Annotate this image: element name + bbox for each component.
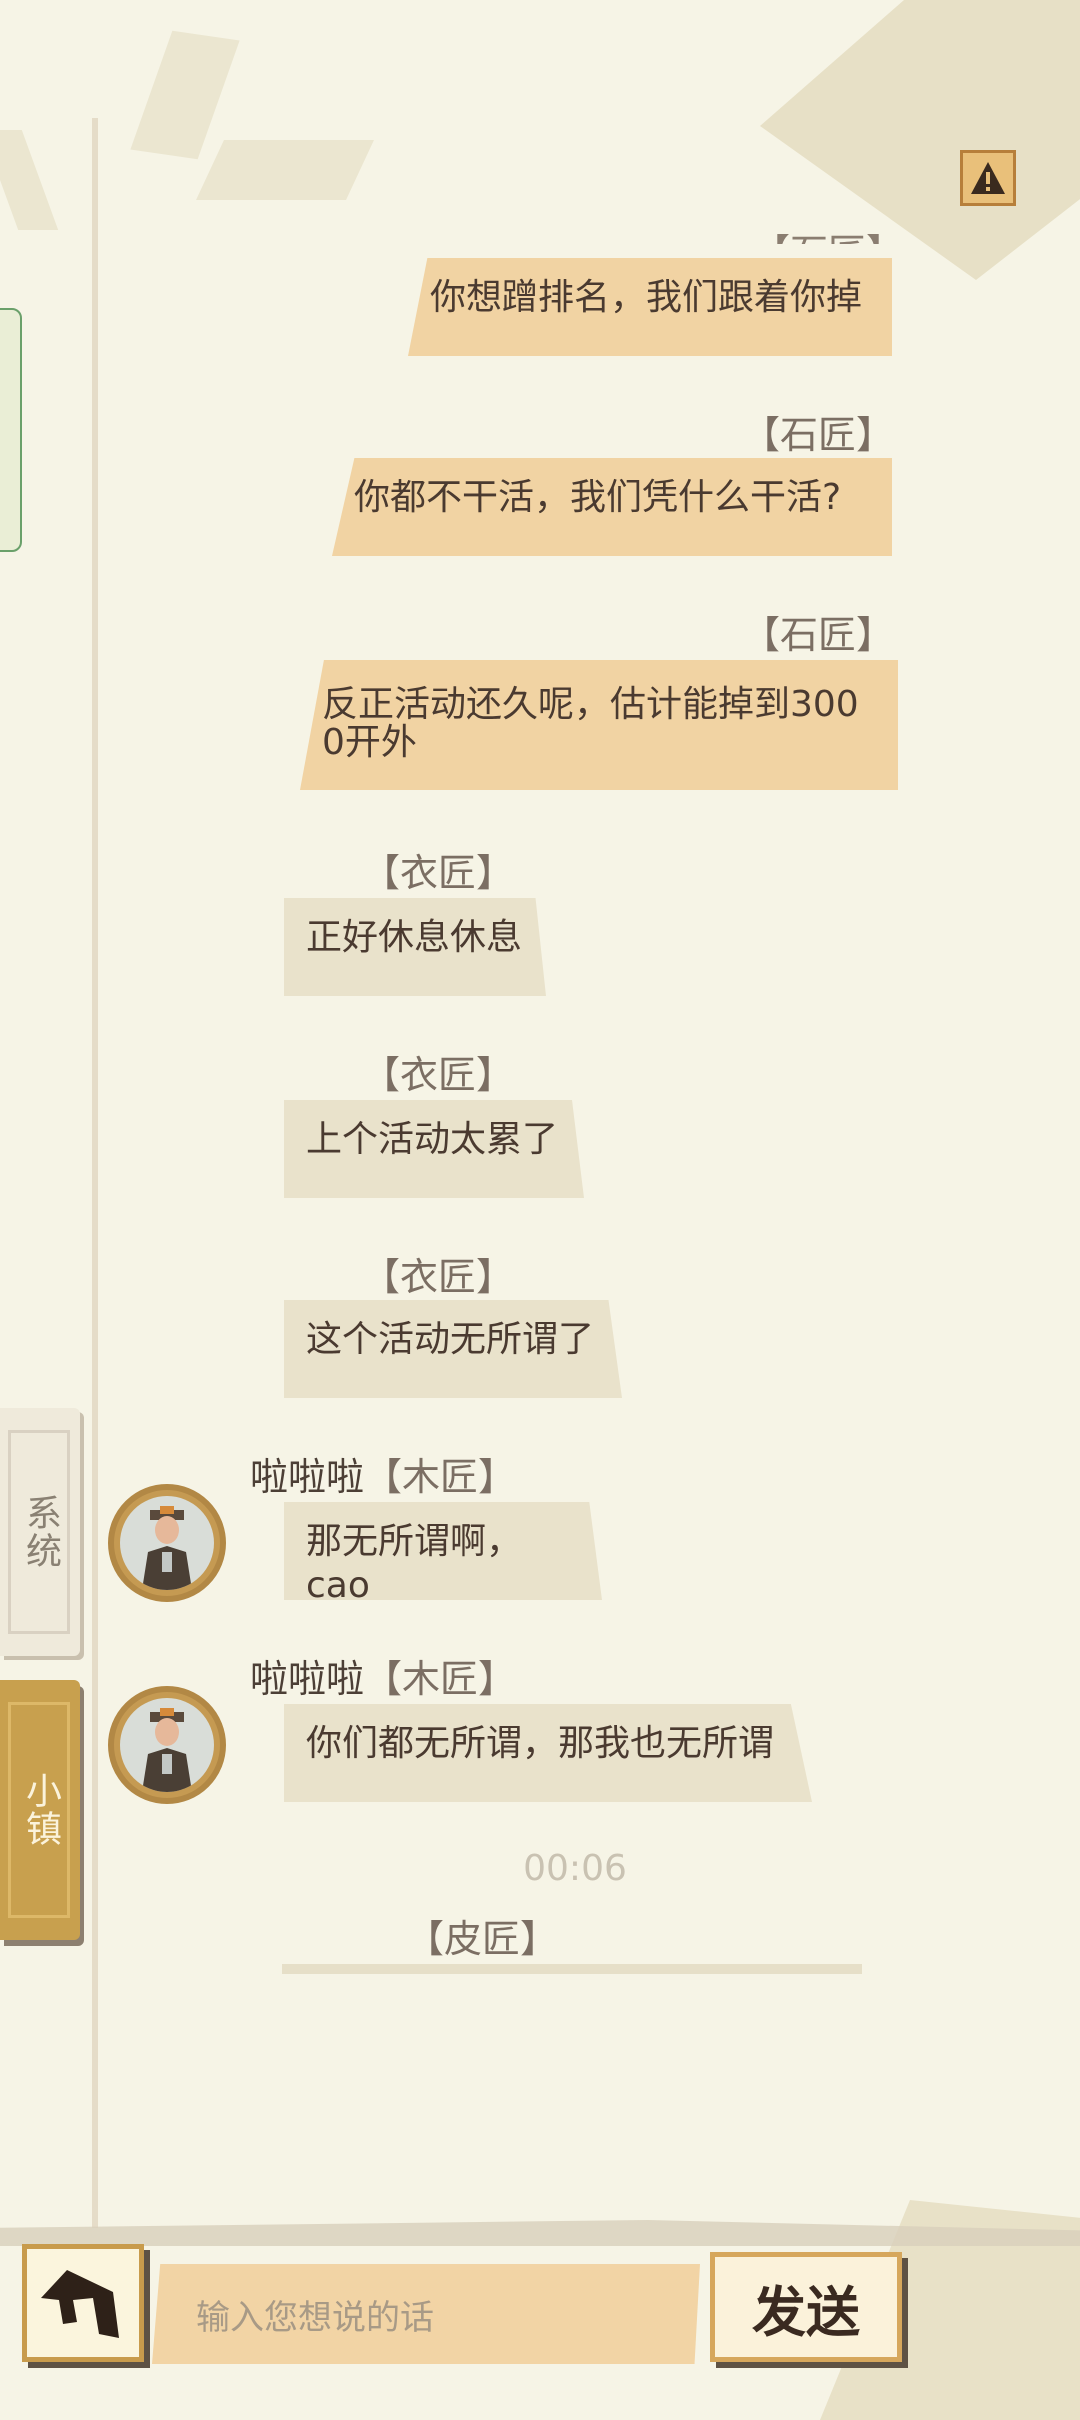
message-text: 你们都无所谓，那我也无所谓 [306,1723,775,1764]
back-button[interactable] [22,2244,144,2362]
report-button[interactable] [960,150,1016,206]
chat-bubble: 你想蹭排名，我们跟着你掉 [408,258,892,356]
message-text: 那无所谓啊，cao [306,1521,523,1606]
message-text: 反正活动还久呢，估计能掉到3000开外 [322,684,859,763]
chat-input[interactable]: 输入您想说的话 [152,2264,700,2364]
chat-bubble: 这个活动无所谓了 [284,1300,622,1398]
send-button-label: 发送 [752,2279,860,2344]
player-portrait-icon [142,1708,192,1792]
tab-system-label: 系统 [20,1494,61,1570]
message-sender-name: 【衣匠】 [362,1053,515,1097]
tab-town[interactable]: 小镇 [0,1680,80,1940]
chat-bubble: 那无所谓啊，cao [284,1502,602,1600]
message-sender-name-clipped: 【石匠】 [752,222,904,244]
tab-town-label: 小镇 [20,1772,61,1848]
sidebar-divider [92,118,98,2228]
message-text: 你想蹭排名，我们跟着你掉 [430,277,863,318]
chat-input-placeholder: 输入您想说的话 [196,2297,434,2338]
message-text: 正好休息休息 [306,917,523,958]
message-sender-name: 【衣匠】 [362,1255,515,1299]
message-role: 【木匠】 [364,1455,517,1499]
message-sender-name: 【石匠】 [742,413,895,457]
message-text: 你都不干活，我们凭什么干活? [354,477,842,518]
background-shape [196,140,374,200]
chat-bubble: 你都不干活，我们凭什么干活? [332,458,892,556]
tab-system[interactable]: 系统 [0,1408,80,1656]
player-portrait-icon [142,1506,192,1590]
send-button[interactable]: 发送 [710,2252,902,2362]
chat-bubble: 你们都无所谓，那我也无所谓 [284,1704,812,1802]
chat-bubble: 反正活动还久呢，估计能掉到3000开外 [300,660,898,790]
avatar[interactable] [108,1686,226,1804]
message-sender-name: 【皮匠】 [406,1917,559,1961]
back-arrow-icon [41,2270,119,2338]
message-text: 这个活动无所谓了 [306,1319,595,1360]
chat-bubble: 正好休息休息 [284,898,546,996]
message-sender-name: 【衣匠】 [362,851,515,895]
pending-message-bar [282,1964,862,1974]
message-username: 啦啦啦 [250,1455,365,1499]
message-role: 【木匠】 [364,1657,517,1701]
message-text: 上个活动太累了 [306,1119,559,1160]
warning-icon [971,162,1005,194]
collapsed-panel-tab[interactable] [0,308,22,552]
message-sender-name: 【石匠】 [742,613,895,657]
message-timestamp: 00:06 [523,1848,627,1889]
avatar[interactable] [108,1484,226,1602]
message-username: 啦啦啦 [250,1657,365,1701]
background-shape [0,130,59,230]
message-sender-name: 啦啦啦【木匠】 [250,1446,516,1501]
chat-bubble: 上个活动太累了 [284,1100,584,1198]
message-sender-name: 啦啦啦【木匠】 [250,1648,516,1703]
